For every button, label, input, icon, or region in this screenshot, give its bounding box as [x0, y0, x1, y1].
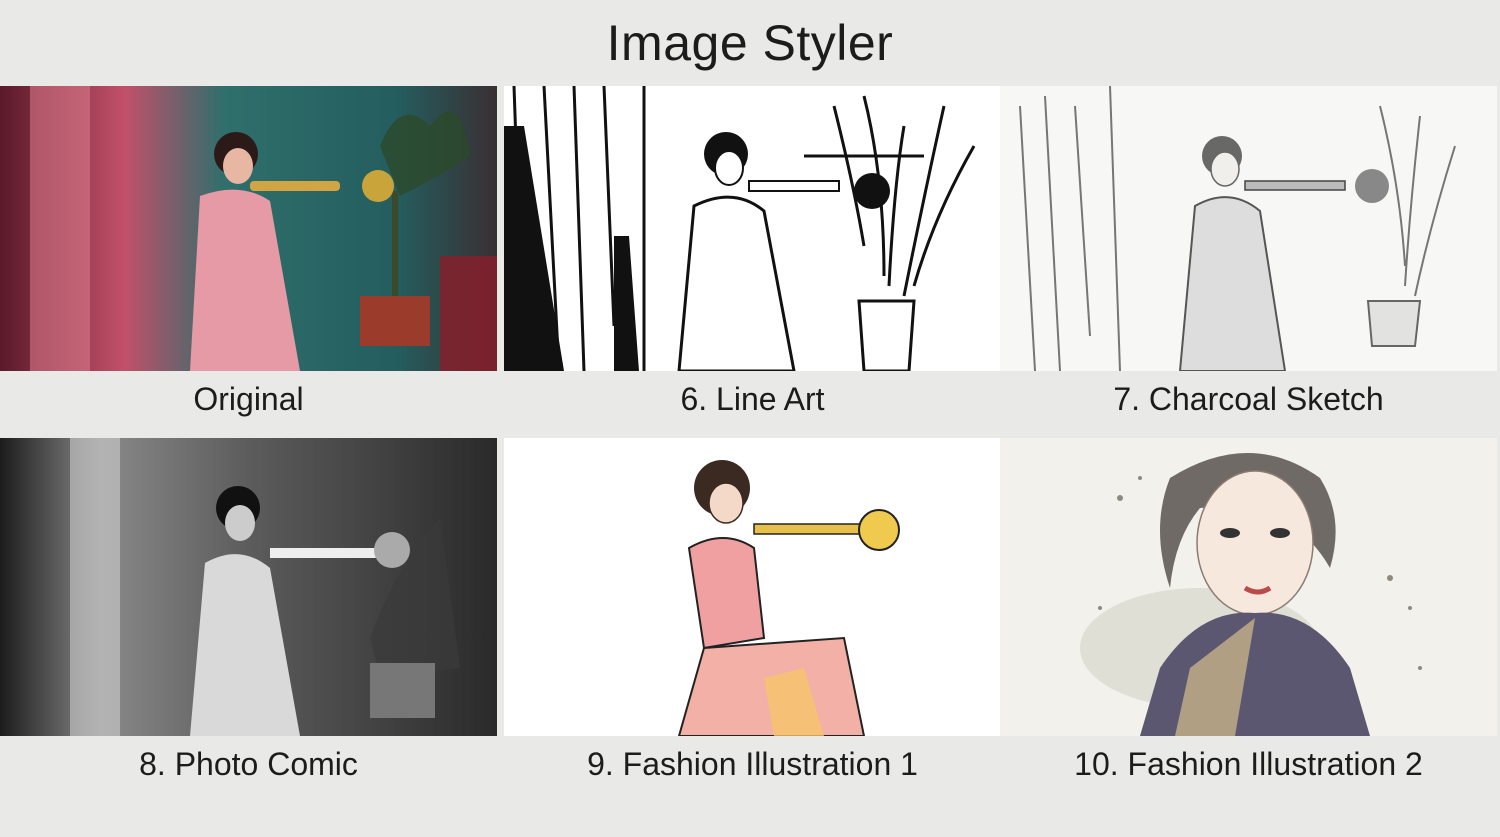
label-fashion-illustration-2: 10. Fashion Illustration 2: [1074, 746, 1423, 782]
style-tile-charcoal-sketch[interactable]: [1000, 86, 1497, 371]
label-charcoal-sketch: 7. Charcoal Sketch: [1113, 381, 1384, 417]
label-original: Original: [193, 381, 304, 417]
fashion-illustration-2-image: [1000, 438, 1497, 736]
fashion-illustration-1-image: [504, 438, 1001, 736]
charcoal-sketch-image: [1000, 86, 1497, 371]
style-tile-line-art[interactable]: [504, 86, 1001, 371]
original-image: [0, 86, 497, 371]
style-tile-fashion-illustration-1[interactable]: [504, 438, 1001, 736]
label-line-art: 6. Line Art: [680, 381, 825, 417]
style-tile-original[interactable]: [0, 86, 497, 371]
label-fashion-illustration-1: 9. Fashion Illustration 1: [587, 746, 918, 782]
line-art-image: [504, 86, 1001, 371]
style-tile-fashion-illustration-2[interactable]: [1000, 438, 1497, 736]
style-tile-photo-comic[interactable]: [0, 438, 497, 736]
photo-comic-image: [0, 438, 497, 736]
page-title: Image Styler: [606, 15, 894, 71]
label-photo-comic: 8. Photo Comic: [139, 746, 358, 782]
